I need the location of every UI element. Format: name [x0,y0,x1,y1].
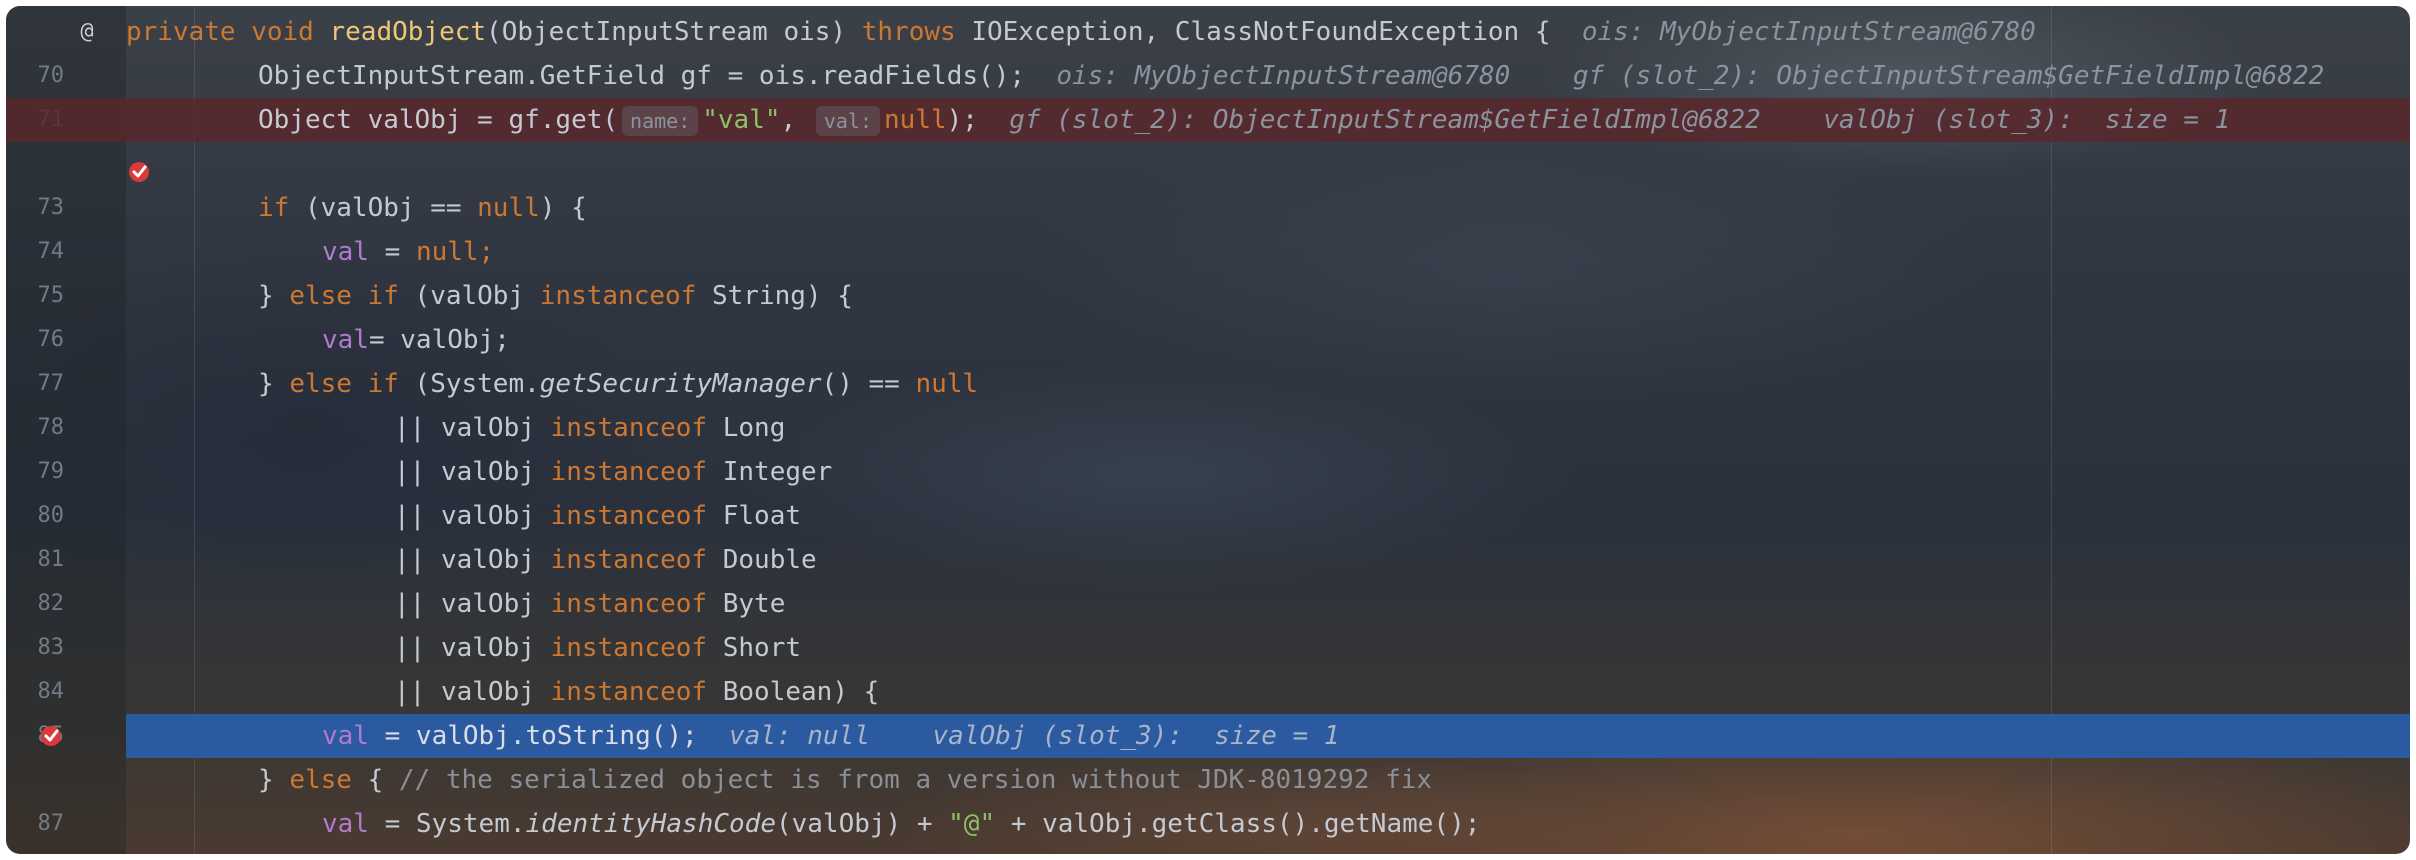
code-line-71[interactable]: 71 ObjectInputStream.GetField gf = ois.r… [6,54,2410,132]
code-line-77[interactable]: 77 val= valObj; [6,318,2410,396]
breakpoint-check-icon[interactable] [40,725,62,747]
code-text: } else if (System.getSecurityManager() =… [258,369,979,399]
line-number: 88 [6,846,64,854]
code-text: val = null; [322,237,495,267]
code-editor: 70 @ private void readObject(ObjectInput… [6,6,2410,854]
code-line-86-execution-point[interactable]: val = valObj.toString(); val: null valOb… [126,714,2410,758]
code-text: val = System.identityHashCode(valObj) + … [322,809,1481,839]
code-text: } else { // the serialized object is fro… [258,765,1433,795]
inline-debug-value: gf (slot_2): ObjectInputStream$GetFieldI… [1572,61,2325,91]
code-line-74[interactable]: 74 if (valObj == null) { [6,186,2410,264]
code-line-85[interactable]: 85 || valObj instanceof Boolean) { [6,670,2410,748]
inline-debug-value: valObj (slot_3): size = 1 [1823,105,2231,135]
method-override-icon[interactable]: @ [76,21,98,43]
code-line-78[interactable]: 78 } else if (System.getSecurityManager(… [6,362,2410,440]
inline-debug-value: val: null [729,721,870,751]
code-text: || valObj instanceof Short [394,633,802,663]
code-text: || valObj instanceof Long [394,413,786,443]
breakpoint-check-icon[interactable] [34,109,149,182]
code-line-76[interactable]: 76 } else if (valObj instanceof String) … [6,274,2410,352]
code-text: if (valObj == null) { [258,193,587,223]
code-line-80[interactable]: 80 || valObj instanceof Integer [6,450,2410,528]
parameter-hint: name: [622,105,699,136]
code-line-73[interactable]: 73 [6,142,2410,220]
code-line-81[interactable]: 81 || valObj instanceof Float [6,494,2410,572]
inline-debug-value: ois: MyObjectInputStream@6780 [1056,61,1511,91]
code-line-87[interactable]: 87 } else { // the serialized object is … [6,758,2410,836]
code-text: Object valObj = gf.get(name: "val", val: n… [258,105,2231,136]
code-line-83[interactable]: 83 || valObj instanceof Byte [6,582,2410,660]
code-line-88[interactable]: 88 val = System.identityHashCode(valObj)… [6,802,2410,846]
parameter-hint: val: [815,105,881,136]
code-text: || valObj instanceof Boolean) { [394,677,880,707]
code-text: ObjectInputStream.GetField gf = ois.read… [258,61,2325,91]
code-text: val = valObj.toString(); val: null valOb… [322,721,1340,751]
code-text: || valObj instanceof Double [394,545,817,575]
code-line-84[interactable]: 84 || valObj instanceof Short [6,626,2410,704]
code-line-72-breakpoint[interactable]: Object valObj = gf.get(name: "val", val: n… [6,98,2410,182]
inline-debug-value: ois: MyObjectInputStream@6780 [1581,17,2036,47]
code-text: || valObj instanceof Integer [394,457,833,487]
code-line-82[interactable]: 82 || valObj instanceof Double [6,538,2410,616]
code-text: val= valObj; [322,325,510,355]
code-text: || valObj instanceof Float [394,501,802,531]
inline-debug-value: gf (slot_2): ObjectInputStream$GetFieldI… [1009,105,1761,135]
code-text: private void readObject(ObjectInputStrea… [126,17,2036,47]
inline-debug-value: valObj (slot_3): size = 1 [932,721,1340,751]
code-line-70[interactable]: 70 @ private void readObject(ObjectInput… [6,10,2410,88]
code-text: } else if (valObj instanceof String) { [258,281,853,311]
code-text: || valObj instanceof Byte [394,589,786,619]
code-line-75[interactable]: 75 val = null; [6,230,2410,308]
code-line-79[interactable]: 79 || valObj instanceof Long [6,406,2410,484]
